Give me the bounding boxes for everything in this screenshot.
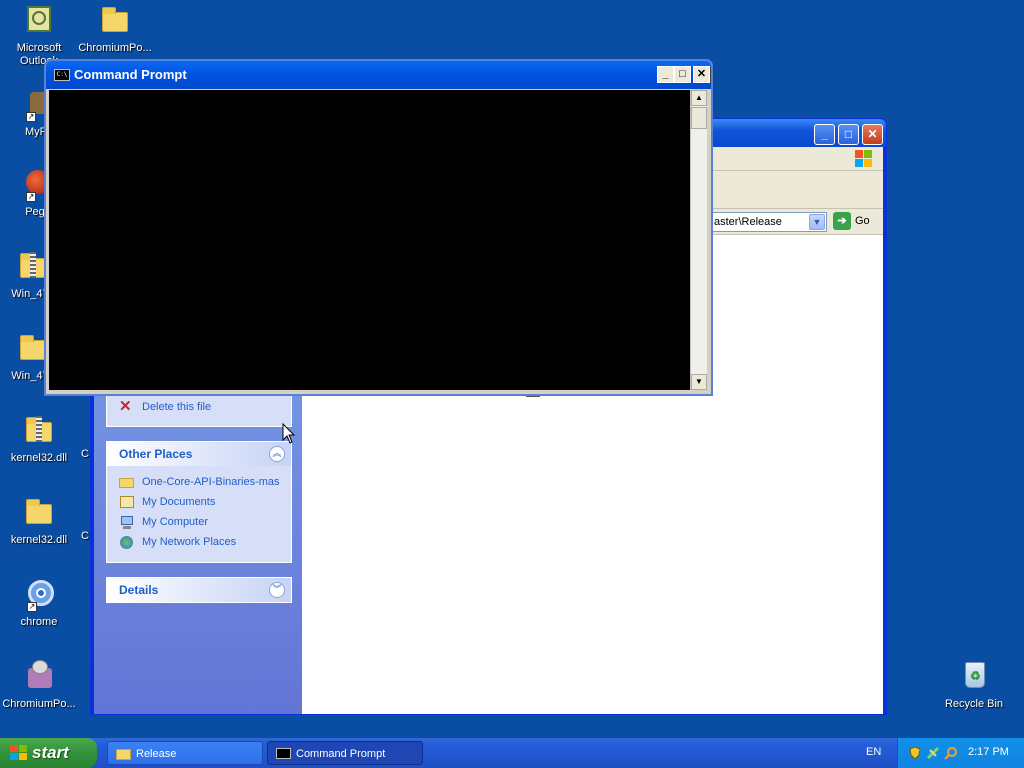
my-documents-icon [119, 495, 135, 509]
start-label: start [32, 743, 69, 762]
taskbar-button-release[interactable]: Release [107, 741, 263, 765]
start-button[interactable]: start [0, 738, 97, 768]
my-computer-icon [119, 515, 135, 529]
language-indicator[interactable]: EN [866, 746, 881, 758]
desktop-icon-chrome[interactable]: ↗ chrome [0, 578, 78, 629]
outlook-icon [22, 4, 56, 38]
go-button[interactable]: ➔ Go [833, 212, 883, 232]
other-places-panel: Other Places ︽ One-Core-API-Binaries-mas… [106, 441, 292, 563]
cmd-close-button[interactable]: ✕ [693, 66, 710, 83]
delete-file-label: Delete this file [142, 401, 212, 413]
address-text: aster\Release [714, 216, 782, 228]
cmd-titlebar[interactable]: C:\ Command Prompt _ □ ✕ [46, 61, 711, 89]
folder-icon [119, 475, 135, 489]
mouse-cursor-icon [282, 423, 296, 444]
system-tray: 2:17 PM [897, 738, 1024, 768]
cmd-minimize-button[interactable]: _ [657, 66, 674, 83]
desktop-icon-label: ChromiumPo... [2, 698, 76, 710]
zip-folder-icon [22, 414, 56, 448]
command-prompt-window[interactable]: C:\ Command Prompt _ □ ✕ ▲ ▼ [44, 59, 713, 396]
other-place-label: My Computer [142, 516, 209, 528]
other-places-title: Other Places [119, 447, 193, 461]
network-places-icon [119, 535, 135, 549]
clock[interactable]: 2:17 PM [968, 746, 1009, 758]
desktop-icon-recycle-bin[interactable]: ♻ Recycle Bin [935, 660, 1013, 711]
details-title: Details [119, 583, 159, 597]
scroll-up-icon[interactable]: ▲ [691, 90, 707, 106]
scroll-down-icon[interactable]: ▼ [691, 374, 707, 390]
task-label: Release [136, 748, 177, 760]
other-place-label: One-Core-API-Binaries-mas [142, 476, 280, 488]
other-place-label: My Documents [142, 496, 216, 508]
desktop-icon-label: chrome [20, 616, 58, 628]
cmd-maximize-button[interactable]: □ [674, 66, 691, 83]
folder-icon [116, 747, 131, 760]
folder-icon [98, 4, 132, 38]
other-place-item[interactable]: My Documents [107, 492, 291, 512]
network-tray-icon[interactable] [926, 746, 940, 760]
cmd-app-icon: C:\ [54, 69, 70, 81]
details-panel: Details ︾ [106, 577, 292, 603]
scroll-thumb[interactable] [691, 107, 707, 129]
desktop-stray-letter: C [81, 530, 89, 542]
cmd-console-area[interactable] [49, 90, 690, 390]
windows-flag-icon [10, 745, 28, 761]
other-places-header[interactable]: Other Places ︽ [107, 442, 291, 466]
folder-icon [22, 496, 56, 530]
cmd-app-icon [276, 747, 291, 760]
taskbar-button-command-prompt[interactable]: Command Prompt [267, 741, 423, 765]
close-button[interactable]: ✕ [862, 124, 883, 145]
desktop-stray-letter: C [81, 448, 89, 460]
other-place-item[interactable]: My Computer [107, 512, 291, 532]
cmd-title: Command Prompt [74, 67, 187, 82]
security-shield-icon[interactable] [908, 746, 922, 760]
go-label: Go [855, 215, 870, 227]
search-magnifier-icon[interactable] [944, 746, 958, 760]
desktop-icon-label: kernel32.dll [10, 452, 68, 464]
installer-icon [22, 660, 56, 694]
task-label: Command Prompt [296, 748, 386, 760]
other-place-item[interactable]: One-Core-API-Binaries-mas [107, 472, 291, 492]
desktop-icon-kernel32-folder[interactable]: kernel32.dll [0, 496, 78, 547]
desktop-icon-chromiumpo-installer[interactable]: ChromiumPo... [0, 660, 78, 711]
address-dropdown-icon[interactable]: ▼ [809, 214, 825, 230]
maximize-button[interactable]: □ [838, 124, 859, 145]
other-place-item[interactable]: My Network Places [107, 532, 291, 552]
desktop-icon-label: ChromiumPo... [78, 42, 152, 54]
expand-chevron-icon[interactable]: ︾ [269, 582, 285, 598]
go-arrow-icon: ➔ [833, 212, 851, 230]
delete-file-link[interactable]: ✕ Delete this file [107, 397, 291, 417]
taskbar: start Release Command Prompt EN 2:17 PM [0, 738, 1024, 768]
cmd-scrollbar[interactable]: ▲ ▼ [690, 90, 707, 390]
details-header[interactable]: Details ︾ [107, 578, 291, 602]
desktop-icon-chromiumpo[interactable]: ChromiumPo... [76, 4, 154, 55]
desktop-icon-kernel32-zip[interactable]: kernel32.dll [0, 414, 78, 465]
windows-logo-icon [855, 150, 873, 168]
collapse-chevron-icon[interactable]: ︽ [269, 446, 285, 462]
delete-x-icon: ✕ [119, 398, 132, 415]
desktop-icon-label: Recycle Bin [944, 698, 1004, 710]
minimize-button[interactable]: _ [814, 124, 835, 145]
chrome-icon: ↗ [22, 578, 56, 612]
desktop-icon-label: kernel32.dll [10, 534, 68, 546]
recycle-bin-icon: ♻ [957, 660, 991, 694]
other-place-label: My Network Places [142, 536, 237, 548]
